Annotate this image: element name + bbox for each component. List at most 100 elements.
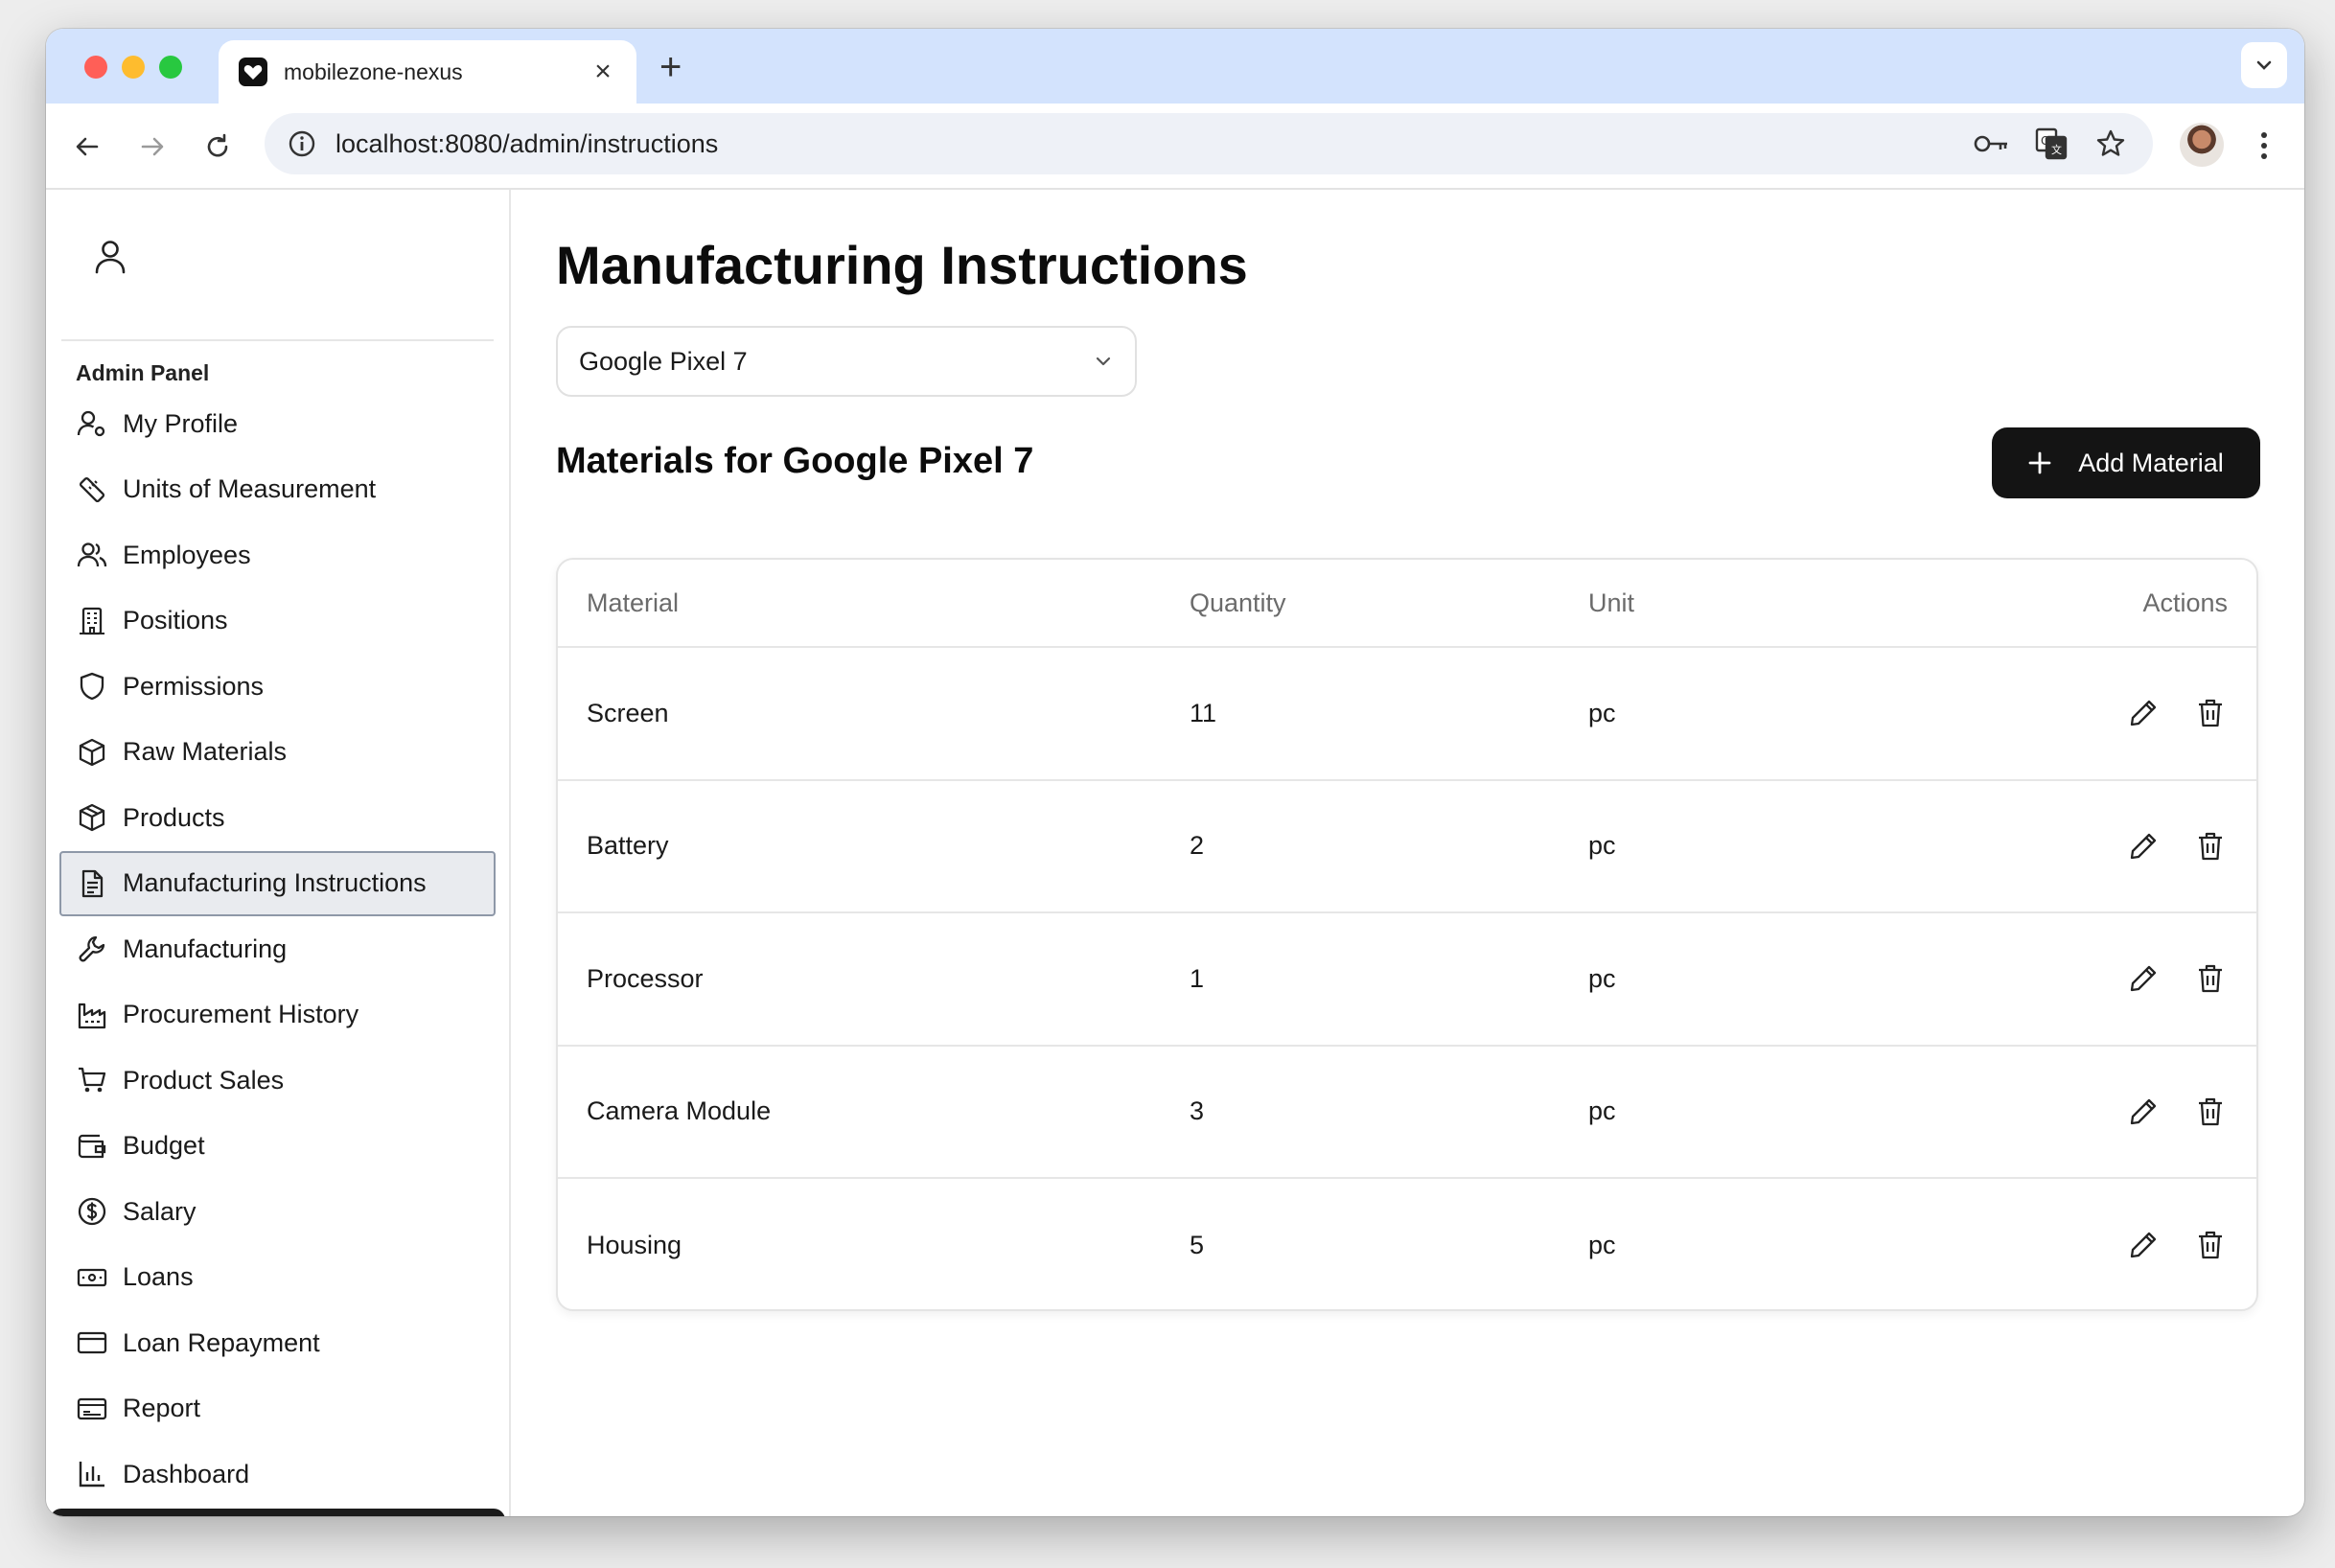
- sidebar-item-employees[interactable]: Employees: [59, 522, 496, 588]
- edit-button[interactable]: [2124, 1093, 2162, 1131]
- add-material-button[interactable]: Add Material: [1992, 427, 2260, 498]
- report-card-icon: [77, 1397, 107, 1419]
- sidebar-item-label: Procurement History: [123, 1000, 359, 1029]
- sidebar-item-loans[interactable]: Loans: [59, 1245, 496, 1311]
- password-key-icon[interactable]: [1973, 125, 2011, 163]
- sidebar-item-label: Loan Repayment: [123, 1327, 320, 1357]
- forward-button[interactable]: [132, 127, 173, 167]
- sidebar-item-products[interactable]: Products: [59, 785, 496, 851]
- delete-button[interactable]: [2191, 694, 2230, 732]
- product-select-value: Google Pixel 7: [579, 346, 748, 376]
- trash-icon: [2199, 700, 2222, 727]
- back-button[interactable]: [67, 127, 107, 167]
- edit-button[interactable]: [2124, 694, 2162, 732]
- cart-icon: [79, 1068, 106, 1093]
- trash-icon: [2199, 965, 2222, 993]
- delete-button[interactable]: [2191, 1093, 2230, 1131]
- sidebar-item-permissions[interactable]: Permissions: [59, 654, 496, 720]
- user-settings-icon: [77, 411, 105, 437]
- chevron-down-icon: [1096, 357, 1111, 366]
- row-actions: [2095, 1093, 2230, 1131]
- sidebar-item-product-sales[interactable]: Product Sales: [59, 1048, 496, 1114]
- sidebar-item-my-profile[interactable]: My Profile: [59, 391, 496, 457]
- sidebar-nav: My Profile Units of Measurement Employee…: [59, 391, 496, 1508]
- sidebar-item-label: Manufacturing Instructions: [123, 868, 427, 898]
- user-icon[interactable]: [88, 236, 132, 280]
- admin-panel-label: Admin Panel: [76, 360, 210, 385]
- factory-icon: [78, 1003, 106, 1028]
- new-tab-icon[interactable]: +: [659, 48, 682, 86]
- sidebar-item-manufacturing[interactable]: Manufacturing: [59, 916, 496, 982]
- browser-window: mobilezone-nexus × + localhost:8080/admi…: [46, 29, 2304, 1516]
- sidebar-item-label: Units of Measurement: [123, 474, 377, 504]
- sidebar-item-units-of-measurement[interactable]: Units of Measurement: [59, 457, 496, 523]
- credit-card-icon: [77, 1332, 107, 1354]
- sidebar-item-label: Report: [123, 1394, 201, 1423]
- column-header-quantity: Quantity: [1190, 588, 1286, 617]
- column-header-material: Material: [587, 588, 680, 617]
- delete-button[interactable]: [2191, 1226, 2230, 1264]
- sidebar-footer-bar: [50, 1509, 505, 1516]
- banknote-icon: [77, 1268, 107, 1286]
- table-row: Processor 1 pc: [558, 913, 2256, 1047]
- add-material-label: Add Material: [2078, 448, 2224, 477]
- table-row: Housing 5 pc: [558, 1179, 2256, 1309]
- tab-search-button[interactable]: [2241, 42, 2287, 88]
- box-icon: [79, 738, 105, 766]
- column-header-unit: Unit: [1588, 588, 1635, 617]
- sidebar-item-positions[interactable]: Positions: [59, 588, 496, 655]
- sidebar-item-label: Salary: [123, 1196, 197, 1226]
- dollar-circle-icon: [78, 1198, 106, 1226]
- sidebar-item-salary[interactable]: Salary: [59, 1179, 496, 1245]
- edit-button[interactable]: [2124, 1226, 2162, 1264]
- cell-material: Battery: [587, 831, 669, 861]
- cell-unit: pc: [1588, 1096, 1616, 1126]
- profile-avatar[interactable]: [2180, 123, 2224, 167]
- cell-quantity: 3: [1190, 1096, 1205, 1126]
- document-icon: [81, 869, 104, 897]
- sidebar: Admin Panel My Profile Units of Measurem…: [46, 190, 511, 1516]
- reload-button[interactable]: [197, 127, 238, 167]
- materials-table: Material Quantity Unit Actions Screen 11…: [556, 558, 2258, 1311]
- users-icon: [77, 542, 107, 567]
- delete-button[interactable]: [2191, 827, 2230, 865]
- building-icon: [80, 607, 104, 634]
- sidebar-item-label: Dashboard: [123, 1459, 250, 1488]
- translate-icon[interactable]: G文: [2032, 125, 2070, 163]
- browser-toolbar: localhost:8080/admin/instructions G文: [46, 104, 2304, 190]
- package-icon: [79, 804, 105, 832]
- heart-favicon-icon: [239, 58, 267, 86]
- sidebar-item-raw-materials[interactable]: Raw Materials: [59, 720, 496, 786]
- product-select[interactable]: Google Pixel 7: [556, 326, 1137, 397]
- address-bar[interactable]: localhost:8080/admin/instructions G文: [265, 113, 2153, 174]
- sidebar-item-procurement-history[interactable]: Procurement History: [59, 982, 496, 1049]
- plus-icon: [2028, 451, 2051, 474]
- row-actions: [2095, 959, 2230, 998]
- cell-unit: pc: [1588, 963, 1616, 993]
- tab-strip: mobilezone-nexus × +: [46, 29, 2304, 104]
- cell-quantity: 11: [1190, 698, 1217, 727]
- cell-material: Processor: [587, 963, 704, 993]
- edit-button[interactable]: [2124, 959, 2162, 998]
- browser-menu-icon[interactable]: [2245, 125, 2283, 167]
- sidebar-item-label: Positions: [123, 606, 228, 635]
- sidebar-item-dashboard[interactable]: Dashboard: [59, 1441, 496, 1508]
- delete-button[interactable]: [2191, 959, 2230, 998]
- edit-button[interactable]: [2124, 827, 2162, 865]
- bar-chart-icon: [79, 1462, 104, 1487]
- url-text[interactable]: localhost:8080/admin/instructions: [335, 129, 1952, 159]
- tab-close-icon[interactable]: ×: [589, 58, 617, 86]
- sidebar-item-budget[interactable]: Budget: [59, 1114, 496, 1180]
- row-actions: [2095, 827, 2230, 865]
- sidebar-item-label: Product Sales: [123, 1065, 285, 1095]
- browser-tab[interactable]: mobilezone-nexus ×: [219, 40, 636, 104]
- minimize-window-button[interactable]: [122, 56, 145, 79]
- sidebar-item-loan-repayment[interactable]: Loan Repayment: [59, 1310, 496, 1376]
- bookmark-star-icon[interactable]: [2092, 125, 2130, 163]
- maximize-window-button[interactable]: [159, 56, 182, 79]
- sidebar-item-manufacturing-instructions[interactable]: Manufacturing Instructions: [59, 850, 496, 916]
- page-title: Manufacturing Instructions: [556, 235, 1248, 295]
- sidebar-item-report[interactable]: Report: [59, 1376, 496, 1442]
- site-info-icon[interactable]: [288, 129, 316, 158]
- close-window-button[interactable]: [84, 56, 107, 79]
